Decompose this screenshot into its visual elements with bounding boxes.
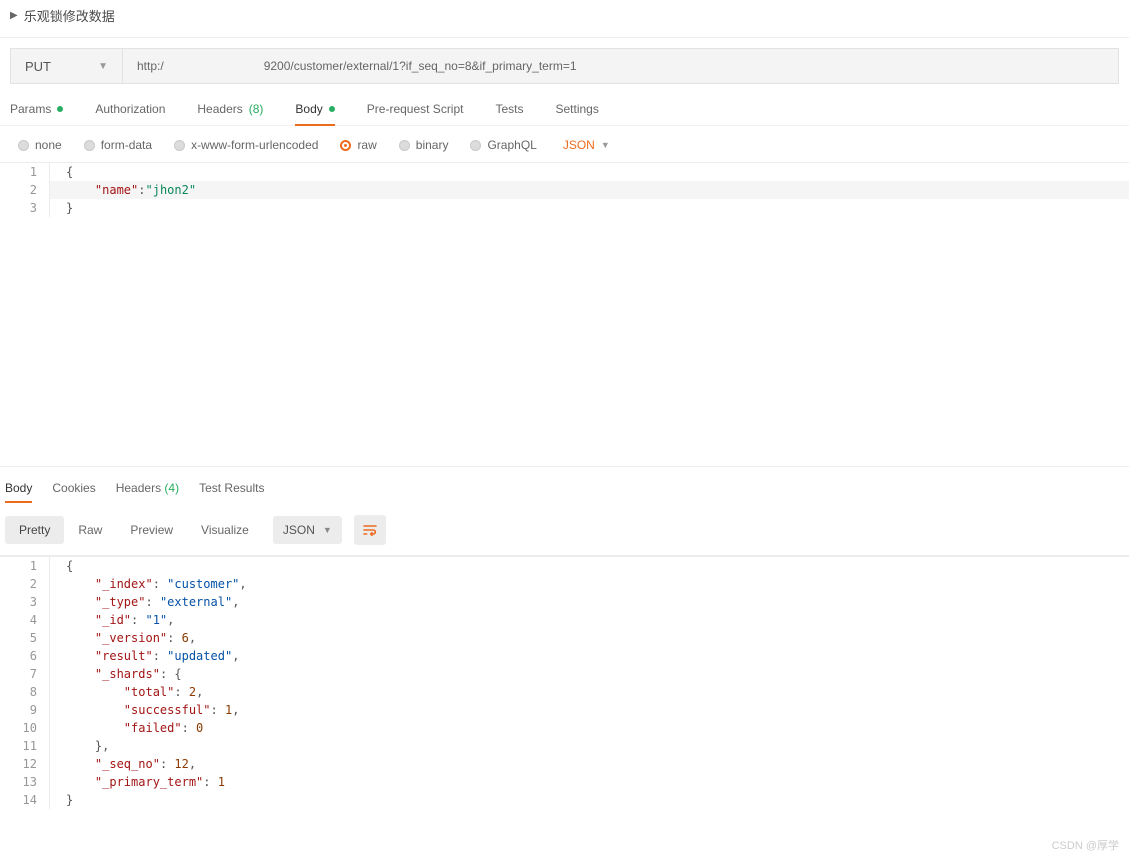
radio-form-data[interactable]: form-data bbox=[84, 138, 152, 152]
request-name: 乐观锁修改数据 bbox=[24, 6, 115, 25]
radio-icon bbox=[18, 140, 29, 151]
line-number: 4 bbox=[0, 611, 50, 629]
tab-body[interactable]: Body bbox=[295, 102, 334, 126]
line-number: 12 bbox=[0, 755, 50, 773]
body-language-select[interactable]: JSON ▼ bbox=[563, 138, 610, 152]
view-preview-button[interactable]: Preview bbox=[116, 516, 187, 544]
radio-icon bbox=[340, 140, 351, 151]
line-number: 3 bbox=[0, 199, 50, 217]
radio-graphql[interactable]: GraphQL bbox=[470, 138, 536, 152]
url-input[interactable]: http:/ 9200/customer/external/1?if_seq_n… bbox=[123, 49, 1118, 83]
response-format-select[interactable]: JSON ▼ bbox=[273, 516, 342, 544]
view-pretty-button[interactable]: Pretty bbox=[5, 516, 64, 544]
radio-x-www-form-urlencoded[interactable]: x-www-form-urlencoded bbox=[174, 138, 318, 152]
line-number: 6 bbox=[0, 647, 50, 665]
chevron-down-icon: ▼ bbox=[323, 525, 332, 535]
response-tab-cookies[interactable]: Cookies bbox=[52, 481, 95, 503]
line-number: 2 bbox=[0, 181, 50, 199]
response-tabs: Body Cookies Headers (4) Test Results bbox=[0, 466, 1129, 503]
tab-authorization[interactable]: Authorization bbox=[95, 102, 165, 126]
request-body-editor[interactable]: 1{ 2 "name":"jhon2" 3} bbox=[0, 162, 1129, 462]
response-view-row: Pretty Raw Preview Visualize JSON ▼ bbox=[0, 503, 1129, 556]
radio-icon bbox=[84, 140, 95, 151]
http-method-select[interactable]: PUT ▼ bbox=[11, 49, 123, 83]
view-visualize-button[interactable]: Visualize bbox=[187, 516, 263, 544]
response-tab-headers[interactable]: Headers (4) bbox=[116, 481, 179, 503]
http-method-label: PUT bbox=[25, 59, 51, 74]
view-raw-button[interactable]: Raw bbox=[64, 516, 116, 544]
line-number: 5 bbox=[0, 629, 50, 647]
request-title-bar: ▶ 乐观锁修改数据 bbox=[0, 0, 1129, 38]
watermark: CSDN @厚学 bbox=[1052, 837, 1119, 853]
collapse-caret-icon[interactable]: ▶ bbox=[10, 10, 18, 21]
body-type-row: none form-data x-www-form-urlencoded raw… bbox=[0, 125, 1129, 162]
chevron-down-icon: ▼ bbox=[601, 140, 610, 150]
line-number: 1 bbox=[0, 163, 50, 181]
line-number: 9 bbox=[0, 701, 50, 719]
radio-none[interactable]: none bbox=[18, 138, 62, 152]
line-number: 2 bbox=[0, 575, 50, 593]
response-tab-test-results[interactable]: Test Results bbox=[199, 481, 264, 503]
radio-icon bbox=[174, 140, 185, 151]
dot-indicator-icon bbox=[329, 106, 335, 112]
radio-icon bbox=[399, 140, 410, 151]
radio-raw[interactable]: raw bbox=[340, 138, 376, 152]
url-prefix: http:/ bbox=[137, 59, 164, 73]
line-number: 13 bbox=[0, 773, 50, 791]
radio-binary[interactable]: binary bbox=[399, 138, 449, 152]
line-number: 10 bbox=[0, 719, 50, 737]
wrap-lines-button[interactable] bbox=[354, 515, 386, 545]
tab-headers[interactable]: Headers (8) bbox=[197, 102, 263, 126]
dot-indicator-icon bbox=[57, 106, 63, 112]
line-number: 1 bbox=[0, 557, 50, 575]
response-tab-body[interactable]: Body bbox=[5, 481, 32, 503]
line-number: 11 bbox=[0, 737, 50, 755]
line-number: 3 bbox=[0, 593, 50, 611]
tab-pre-request-script[interactable]: Pre-request Script bbox=[367, 102, 464, 126]
tab-tests[interactable]: Tests bbox=[495, 102, 523, 126]
line-number: 7 bbox=[0, 665, 50, 683]
request-line: PUT ▼ http:/ 9200/customer/external/1?if… bbox=[10, 48, 1119, 84]
line-number: 14 bbox=[0, 791, 50, 809]
tab-settings[interactable]: Settings bbox=[556, 102, 599, 126]
chevron-down-icon: ▼ bbox=[98, 61, 108, 72]
tab-params[interactable]: Params bbox=[10, 102, 63, 126]
url-suffix: 9200/customer/external/1?if_seq_no=8&if_… bbox=[264, 59, 577, 73]
response-body-viewer[interactable]: 1{ 2 "_index": "customer", 3 "_type": "e… bbox=[0, 556, 1129, 809]
radio-icon bbox=[470, 140, 481, 151]
wrap-lines-icon bbox=[362, 522, 378, 538]
line-number: 8 bbox=[0, 683, 50, 701]
request-tabs: Params Authorization Headers (8) Body Pr… bbox=[0, 84, 1129, 126]
